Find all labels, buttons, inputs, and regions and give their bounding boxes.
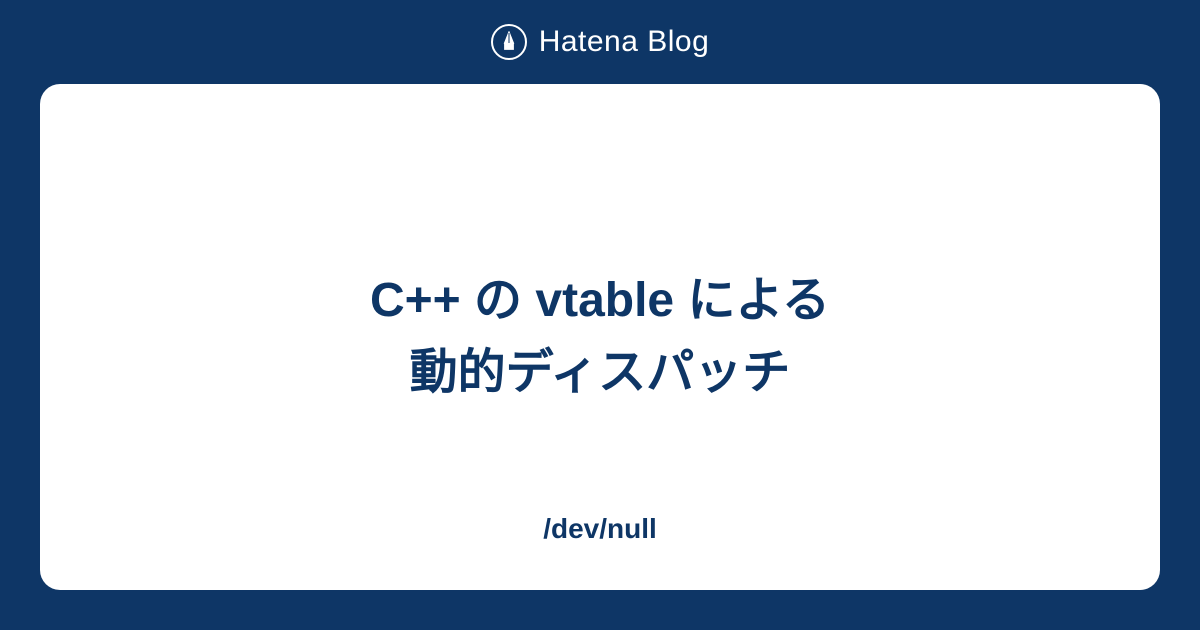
article-title: C++ の vtable による 動的ディスパッチ — [370, 265, 830, 409]
blog-name: /dev/null — [543, 513, 657, 545]
service-header: Hatena Blog — [0, 0, 1200, 84]
article-card: C++ の vtable による 動的ディスパッチ /dev/null — [40, 84, 1160, 590]
service-name: Hatena Blog — [539, 25, 710, 59]
hatena-pen-icon — [491, 24, 527, 60]
